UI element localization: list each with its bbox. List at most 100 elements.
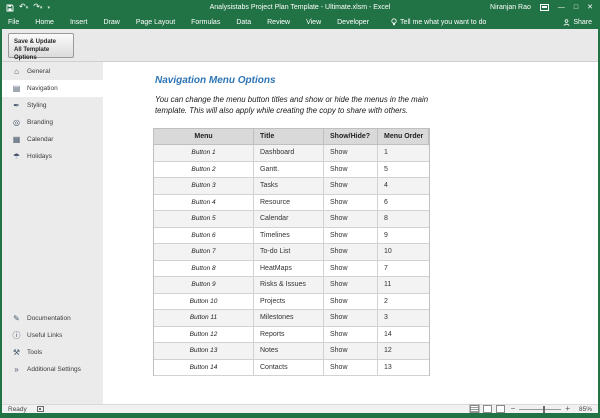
sidebar-item-navigation[interactable]: ▤Navigation [2, 80, 103, 97]
menu-order-cell[interactable]: 3 [378, 310, 429, 326]
save-update-template-button[interactable]: Save & Update All Template Options [8, 33, 74, 58]
menu-title-cell[interactable]: Risks & Issues [254, 277, 324, 293]
zoom-slider[interactable] [519, 409, 561, 410]
save-icon[interactable] [6, 4, 14, 12]
ribbon-tab-developer[interactable]: Developer [329, 15, 377, 29]
ribbon-tab-data[interactable]: Data [228, 15, 259, 29]
menu-order-cell[interactable]: 9 [378, 228, 429, 244]
menu-order-cell[interactable]: 10 [378, 244, 429, 260]
ribbon-tab-review[interactable]: Review [259, 15, 298, 29]
page-break-view-icon[interactable] [496, 405, 505, 413]
menu-title-cell[interactable]: Dashboard [254, 145, 324, 161]
customize-qat-icon[interactable]: ▾ [47, 4, 50, 12]
menu-button-label: Button 9 [154, 277, 254, 293]
ribbon-display-options-icon[interactable] [540, 4, 549, 11]
menu-order-cell[interactable]: 5 [378, 162, 429, 178]
sidebar-item-label: Useful Links [27, 332, 62, 339]
menu-title-cell[interactable]: Tasks [254, 178, 324, 194]
show-hide-cell[interactable]: Show [324, 244, 378, 260]
ribbon-tab-insert[interactable]: Insert [62, 15, 96, 29]
table-row: Button 12ReportsShow14 [154, 327, 429, 344]
menu-title-cell[interactable]: Notes [254, 343, 324, 359]
tell-me-box[interactable]: Tell me what you want to do [391, 18, 486, 26]
show-hide-cell[interactable]: Show [324, 343, 378, 359]
sidebar-item-useful-links[interactable]: ⓘUseful Links [2, 327, 103, 344]
menu-button-label: Button 4 [154, 195, 254, 211]
table-row: Button 3TasksShow4 [154, 178, 429, 195]
ribbon-tab-draw[interactable]: Draw [95, 15, 127, 29]
sidebar-item-label: Navigation [27, 85, 58, 92]
show-hide-cell[interactable]: Show [324, 178, 378, 194]
zoom-level[interactable]: 85% [576, 406, 592, 413]
menu-order-cell[interactable]: 1 [378, 145, 429, 161]
normal-view-icon[interactable] [470, 405, 479, 413]
close-button[interactable]: ✕ [587, 4, 593, 11]
maximize-button[interactable]: □ [574, 4, 578, 11]
sidebar-item-holidays[interactable]: ☂Holidays [2, 148, 103, 165]
show-hide-cell[interactable]: Show [324, 327, 378, 343]
undo-icon[interactable]: ↶▾ [19, 3, 28, 12]
sidebar-item-styling[interactable]: ✒Styling [2, 97, 103, 114]
sidebar-item-branding[interactable]: ◎Branding [2, 114, 103, 131]
menu-order-cell[interactable]: 6 [378, 195, 429, 211]
zoom-out-icon[interactable]: − [511, 405, 516, 413]
sidebar-item-documentation[interactable]: ✎Documentation [2, 310, 103, 327]
main-content: Navigation Menu Options You can change t… [103, 62, 598, 404]
show-hide-cell[interactable]: Show [324, 228, 378, 244]
menu-button-label: Button 1 [154, 145, 254, 161]
show-hide-cell[interactable]: Show [324, 162, 378, 178]
title-bar: ↶▾ ↷▾ ▾ Analysistabs Project Plan Templa… [0, 0, 600, 15]
menu-order-cell[interactable]: 12 [378, 343, 429, 359]
menu-button-label: Button 7 [154, 244, 254, 260]
sidebar-item-general[interactable]: ⌂General [2, 63, 103, 80]
user-name[interactable]: Niranjan Rao [490, 4, 531, 11]
menu-order-cell[interactable]: 11 [378, 277, 429, 293]
page-layout-view-icon[interactable] [483, 405, 492, 413]
macro-record-icon[interactable] [37, 406, 44, 412]
show-hide-cell[interactable]: Show [324, 360, 378, 376]
table-row: Button 11MilestonesShow3 [154, 310, 429, 327]
menu-order-cell[interactable]: 4 [378, 178, 429, 194]
menu-title-cell[interactable]: Gantt. [254, 162, 324, 178]
menu-title-cell[interactable]: Milestones [254, 310, 324, 326]
column-header-title: Title [254, 129, 324, 144]
show-hide-cell[interactable]: Show [324, 294, 378, 310]
zoom-slider-thumb[interactable] [543, 406, 545, 413]
ribbon-tab-view[interactable]: View [298, 15, 329, 29]
sidebar-item-calendar[interactable]: ▦Calendar [2, 131, 103, 148]
show-hide-cell[interactable]: Show [324, 211, 378, 227]
menu-order-cell[interactable]: 2 [378, 294, 429, 310]
menu-order-cell[interactable]: 14 [378, 327, 429, 343]
menu-title-cell[interactable]: HeatMaps [254, 261, 324, 277]
redo-icon[interactable]: ↷▾ [33, 3, 42, 12]
menu-order-cell[interactable]: 13 [378, 360, 429, 376]
zoom-control: − + [511, 405, 570, 413]
calendar-icon: ▦ [10, 135, 23, 144]
show-hide-cell[interactable]: Show [324, 277, 378, 293]
menu-title-cell[interactable]: Projects [254, 294, 324, 310]
sidebar-item-tools[interactable]: ⚒Tools [2, 344, 103, 361]
menu-order-cell[interactable]: 7 [378, 261, 429, 277]
show-hide-cell[interactable]: Show [324, 310, 378, 326]
ribbon-tab-page-layout[interactable]: Page Layout [128, 15, 183, 29]
quick-access-toolbar: ↶▾ ↷▾ ▾ [6, 3, 50, 12]
column-header-menu-order: Menu Order [378, 129, 429, 144]
menu-title-cell[interactable]: Calendar [254, 211, 324, 227]
menu-title-cell[interactable]: Reports [254, 327, 324, 343]
menu-title-cell[interactable]: Contacts [254, 360, 324, 376]
ribbon-tab-home[interactable]: Home [27, 15, 62, 29]
menu-title-cell[interactable]: To-do List [254, 244, 324, 260]
menu-title-cell[interactable]: Resource [254, 195, 324, 211]
minimize-button[interactable]: — [558, 4, 565, 11]
show-hide-cell[interactable]: Show [324, 145, 378, 161]
column-header-menu: Menu [154, 129, 254, 144]
zoom-in-icon[interactable]: + [565, 405, 570, 413]
menu-title-cell[interactable]: Timelines [254, 228, 324, 244]
show-hide-cell[interactable]: Show [324, 195, 378, 211]
ribbon-tab-formulas[interactable]: Formulas [183, 15, 228, 29]
ribbon-tab-file[interactable]: File [0, 15, 27, 29]
menu-order-cell[interactable]: 8 [378, 211, 429, 227]
share-button[interactable]: Share [563, 19, 592, 26]
show-hide-cell[interactable]: Show [324, 261, 378, 277]
sidebar-item-additional-settings[interactable]: »Additional Settings [2, 361, 103, 378]
